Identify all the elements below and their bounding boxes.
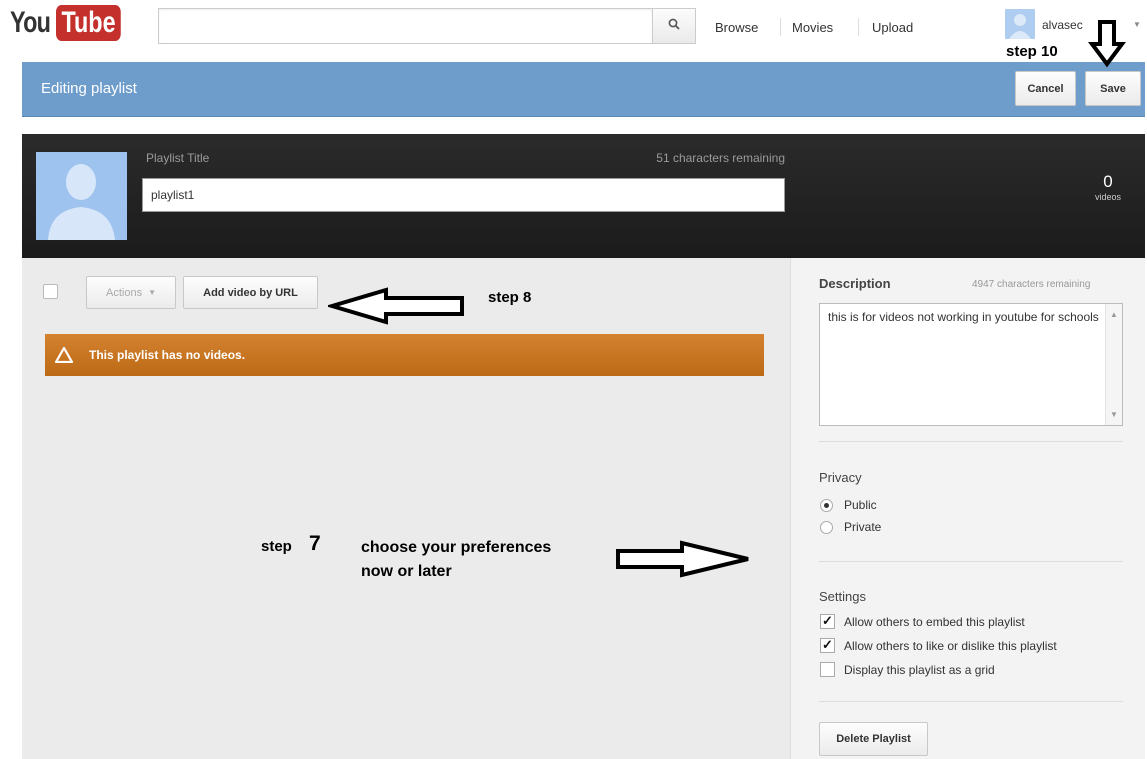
description-textarea[interactable]: this is for videos not working in youtub… [819,303,1123,426]
search-icon [668,17,680,35]
step10-arrow-down-icon [1088,20,1126,68]
section-divider [819,701,1123,702]
delete-playlist-button[interactable]: Delete Playlist [819,722,928,756]
scroll-up-icon[interactable]: ▲ [1110,307,1118,322]
playlist-settings-panel: Description 4947 characters remaining th… [790,258,1145,759]
video-count-label: videos [1094,192,1121,202]
privacy-public-label[interactable]: Public [844,498,877,512]
privacy-public-radio[interactable] [820,499,833,512]
embed-checkbox-label[interactable]: Allow others to embed this playlist [844,615,1025,629]
cancel-button[interactable]: Cancel [1015,71,1076,106]
warning-icon [55,347,73,363]
select-all-checkbox[interactable] [43,284,58,299]
settings-label: Settings [819,589,866,604]
editing-bar: Editing playlist Cancel Save [22,62,1145,117]
logo-tube-text: Tube [56,5,122,41]
privacy-label: Privacy [819,470,862,485]
description-text: this is for videos not working in youtub… [828,310,1099,324]
youtube-logo[interactable]: You Tube [10,5,139,41]
embed-checkbox[interactable]: ✓ [820,614,835,629]
nav-divider [780,18,781,36]
title-chars-remaining: 51 characters remaining [656,151,785,165]
save-button[interactable]: Save [1085,71,1141,106]
step10-annotation: step 10 [1006,43,1058,60]
playlist-header: Playlist Title 51 characters remaining 0… [22,134,1145,258]
playlist-thumbnail [36,152,127,240]
logo-you-text: You [10,6,51,39]
video-count-number: 0 [1103,172,1113,191]
page-title: Editing playlist [41,80,137,97]
step7-arrow-right-icon [616,540,749,578]
notice-text: This playlist has no videos. [89,348,246,362]
grid-checkbox-label[interactable]: Display this playlist as a grid [844,663,995,677]
like-dislike-checkbox[interactable]: ✓ [820,638,835,653]
preferences-annotation-line2: now or later [361,563,452,580]
nav-divider [858,18,859,36]
preferences-annotation-line1: choose your preferences [361,539,552,556]
description-label: Description [819,276,891,291]
privacy-private-radio[interactable] [820,521,833,534]
step8-annotation: step 8 [488,289,532,306]
actions-dropdown[interactable]: Actions ▼ [86,276,176,309]
chevron-down-icon: ▼ [148,288,156,297]
step7-annotation-number: 7 [309,532,321,555]
playlist-title-input[interactable] [142,178,785,212]
step7-annotation-word: step [261,538,292,555]
nav-browse-link[interactable]: Browse [715,20,758,35]
video-list-panel: Actions ▼ Add video by URL This playlist… [22,258,790,759]
grid-checkbox[interactable] [820,662,835,677]
section-divider [819,561,1123,562]
search-button[interactable] [652,8,696,44]
empty-playlist-notice: This playlist has no videos. [45,334,764,376]
privacy-private-label[interactable]: Private [844,520,881,534]
actions-label: Actions [106,286,143,299]
search-input[interactable] [158,8,652,44]
add-video-by-url-button[interactable]: Add video by URL [183,276,318,309]
nav-upload-link[interactable]: Upload [872,20,913,35]
top-bar: You Tube Browse Movies Upload alvasec ▼ [0,0,1147,62]
section-divider [819,441,1123,442]
user-avatar[interactable] [1005,9,1035,39]
description-scrollbar[interactable]: ▲ ▼ [1105,304,1122,425]
step8-arrow-left-icon [328,287,464,325]
nav-movies-link[interactable]: Movies [792,20,833,35]
like-dislike-checkbox-label[interactable]: Allow others to like or dislike this pla… [844,639,1057,653]
account-chevron-down-icon[interactable]: ▼ [1133,20,1141,29]
playlist-title-label: Playlist Title [146,151,210,165]
username-label[interactable]: alvasec [1042,18,1083,32]
video-count: 0 videos [1095,172,1121,202]
scroll-down-icon[interactable]: ▼ [1110,407,1118,422]
description-chars-remaining: 4947 characters remaining [972,279,1091,290]
